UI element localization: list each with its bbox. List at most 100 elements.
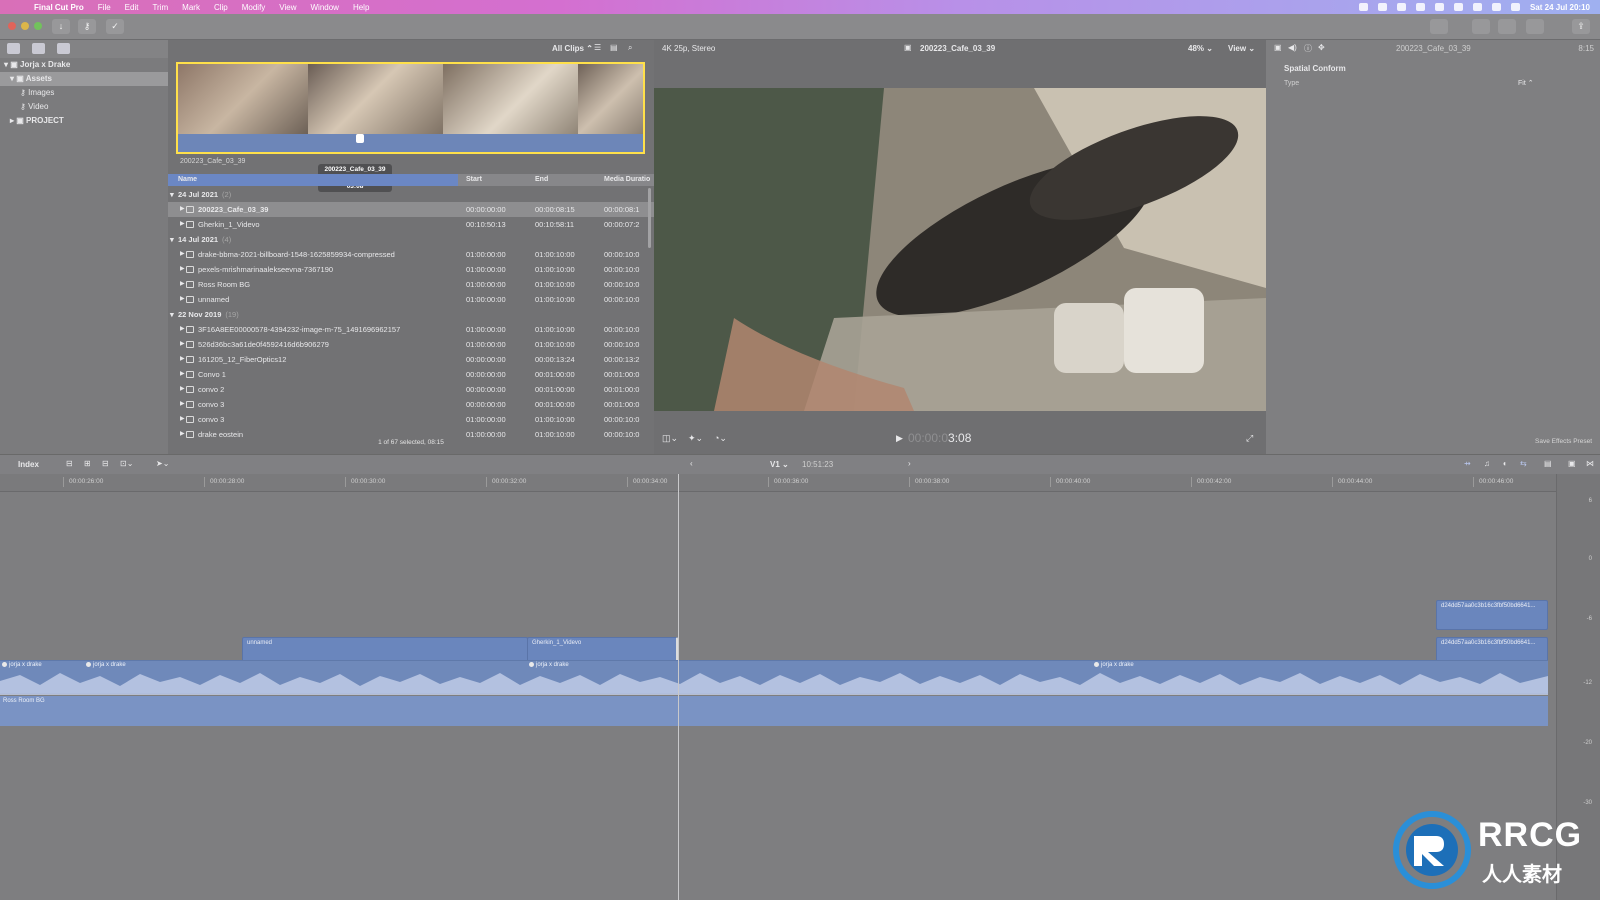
list-item[interactable]: ▶ unnamed 01:00:00:00 01:00:10:00 00:00:10:0 — [168, 292, 654, 307]
menu-trim[interactable]: Trim — [152, 3, 168, 12]
play-button[interactable]: ▶ — [896, 433, 903, 444]
column-end[interactable]: End — [535, 174, 548, 186]
list-item[interactable]: ▶ pexels-mrishmarinaalekseevna-7367190 01:… — [168, 262, 654, 277]
layout-grid-icon[interactable] — [1472, 19, 1490, 34]
list-item[interactable]: ▶ 200223_Cafe_03_39 00:00:00:00 00:00:08:15… — [168, 202, 654, 217]
save-effects-preset-button[interactable]: Save Effects Preset — [1535, 438, 1592, 445]
status-shield-icon[interactable] — [1415, 3, 1425, 11]
insert-clip-icon[interactable]: ⊞ — [84, 459, 91, 468]
filmstrip-icon[interactable]: ▤ — [610, 43, 618, 52]
date-group[interactable]: ▾ 22 Nov 2019 (19) — [168, 307, 654, 322]
column-media-duration[interactable]: Media Duratio — [604, 174, 650, 186]
list-item[interactable]: ▶ 3F16A8EE00000578-4394232-image-m-75_149… — [168, 322, 654, 337]
library-item-assets[interactable]: ▾ ▣ Assets — [0, 72, 168, 86]
import-icon[interactable]: ↓ — [52, 19, 70, 34]
select-tool-icon[interactable]: ➤⌄ — [156, 459, 169, 468]
share-left-icon[interactable] — [1430, 19, 1448, 34]
list-item[interactable]: ▶ convo 3 00:00:00:00 00:01:00:00 00:01:00:0 — [168, 397, 654, 412]
append-clip-icon[interactable]: ⊟ — [102, 459, 109, 468]
back-arrow-icon[interactable]: ‹ — [690, 459, 693, 468]
libraries-icon[interactable] — [7, 43, 20, 54]
menu-file[interactable]: File — [98, 3, 111, 12]
date-group[interactable]: ▾ 14 Jul 2021 (4) — [168, 232, 654, 247]
titles-generators-icon[interactable] — [57, 43, 70, 54]
menu-view[interactable]: View — [279, 3, 296, 12]
menu-edit[interactable]: Edit — [125, 3, 139, 12]
library-root[interactable]: ▾ ▣ Jorja x Drake — [0, 58, 168, 72]
effects-browser-icon[interactable]: ▣ — [1568, 459, 1576, 468]
list-view-icon[interactable]: ☰ — [594, 43, 601, 52]
library-item-video[interactable]: ⚷ Video — [0, 100, 168, 114]
status-app-icon[interactable] — [1377, 3, 1387, 11]
enhance-icon[interactable]: ✦⌄ — [688, 433, 703, 444]
overwrite-clip-icon[interactable]: ⊡⌄ — [120, 459, 133, 468]
audio-track[interactable]: jorja x drake jorja x drake jorja x drak… — [0, 660, 1548, 695]
zoom-window-button[interactable] — [34, 22, 42, 30]
type-dropdown[interactable]: Fit ⌃ — [1518, 79, 1534, 87]
clip-appearance-icon[interactable]: ▤ — [1544, 459, 1552, 468]
audio-skimming-icon[interactable]: ♫ — [1484, 459, 1490, 468]
status-target-icon[interactable] — [1434, 3, 1444, 11]
layout-inspector-icon[interactable] — [1526, 19, 1544, 34]
timeline-ruler[interactable]: 00:00:26:00 00:00:28:00 00:00:30:00 00:0… — [0, 474, 1556, 492]
fullscreen-icon[interactable]: ⤢ — [1246, 433, 1253, 444]
search-browser-icon[interactable]: ⌕ — [628, 43, 632, 53]
share-icon[interactable]: ⇪ — [1572, 19, 1590, 34]
status-folder-icon[interactable] — [1396, 3, 1406, 11]
close-window-button[interactable] — [8, 22, 16, 30]
background-tasks-icon[interactable]: ✓ — [106, 19, 124, 34]
zoom-dropdown[interactable]: 48% ⌄ — [1188, 44, 1213, 53]
list-item[interactable]: ▶ drake-bbma-2021-billboard-1548-16258599… — [168, 247, 654, 262]
solo-icon[interactable]: ◖ — [1502, 459, 1507, 468]
list-item[interactable]: ▶ Gherkin_1_Videvo 00:10:50:13 00:10:58:11 0… — [168, 217, 654, 232]
connect-clip-icon[interactable]: ⊟ — [66, 459, 73, 468]
timeline-clip-connected[interactable]: d24dd57aa0c3b16c3fbf50bd6641... — [1436, 600, 1548, 630]
volume-icon[interactable] — [1453, 3, 1463, 11]
transitions-browser-icon[interactable]: ⋈ — [1586, 459, 1594, 468]
list-item[interactable]: ▶ Ross Room BG 01:00:00:00 01:00:10:00 00:00… — [168, 277, 654, 292]
track-dropdown[interactable]: V1 ⌄ — [770, 460, 789, 469]
speed-icon[interactable]: ◔⌄ — [714, 433, 727, 444]
transform-icon[interactable]: ◫⌄ — [662, 433, 678, 444]
filmstrip[interactable] — [176, 62, 645, 154]
list-item[interactable]: ▶ 161205_12_FiberOptics12 00:00:00:00 00:00… — [168, 352, 654, 367]
timeline[interactable]: unnamed Gherkin_1_Videvo d24dd57aa0c3b16… — [0, 492, 1556, 900]
section-spatial-conform[interactable]: Spatial Conform — [1284, 64, 1346, 73]
menu-mark[interactable]: Mark — [182, 3, 200, 12]
wifi-icon[interactable] — [1491, 3, 1501, 11]
status-record-icon[interactable] — [1358, 3, 1368, 11]
audio-inspector-icon[interactable]: ◀) — [1288, 43, 1297, 52]
browser-scrollbar[interactable] — [648, 188, 651, 248]
video-frame[interactable] — [654, 88, 1266, 411]
playhead[interactable] — [678, 474, 679, 900]
skimming-icon[interactable]: ⇸ — [1464, 459, 1471, 468]
view-dropdown[interactable]: View ⌄ — [1228, 44, 1255, 53]
layout-browser-icon[interactable] — [1498, 19, 1516, 34]
keyword-icon[interactable]: ⚷ — [78, 19, 96, 34]
column-name[interactable]: Name — [168, 174, 458, 186]
menu-app-name[interactable]: Final Cut Pro — [34, 3, 84, 12]
snapping-icon[interactable]: ⇆ — [1520, 459, 1527, 468]
transform-inspector-icon[interactable]: ✥ — [1318, 43, 1325, 52]
minimize-window-button[interactable] — [21, 22, 29, 30]
clip-filter-dropdown[interactable]: All Clips ⌃ — [552, 44, 593, 53]
search-icon[interactable] — [1510, 3, 1520, 11]
list-item[interactable]: ▶ convo 2 00:00:00:00 00:01:00:00 00:01:00:0 — [168, 382, 654, 397]
index-button[interactable]: Index — [18, 460, 39, 469]
list-item[interactable]: ▶ convo 3 01:00:00:00 01:00:10:00 00:00:10:0 — [168, 412, 654, 427]
library-item-project[interactable]: ▸ ▣ PROJECT — [0, 114, 168, 128]
list-item[interactable]: ▶ 526d36bc3a61de0f4592416d6b906279 01:00:0… — [168, 337, 654, 352]
menu-modify[interactable]: Modify — [242, 3, 266, 12]
bluetooth-icon[interactable] — [1472, 3, 1482, 11]
menu-window[interactable]: Window — [311, 3, 339, 12]
video-inspector-icon[interactable]: ▣ — [1274, 43, 1282, 52]
menu-help[interactable]: Help — [353, 3, 369, 12]
menu-clip[interactable]: Clip — [214, 3, 228, 12]
timecode-display[interactable]: 00:00:03:08 — [908, 431, 971, 445]
music-track[interactable]: Ross Room BG — [0, 696, 1548, 726]
menubar-clock[interactable]: Sat 24 Jul 20:10 — [1530, 3, 1590, 12]
library-item-images[interactable]: ⚷ Images — [0, 86, 168, 100]
date-group[interactable]: ▾ 24 Jul 2021 (2) — [168, 187, 654, 202]
photos-audio-icon[interactable] — [32, 43, 45, 54]
list-item[interactable]: ▶ Convo 1 00:00:00:00 00:01:00:00 00:01:00:0 — [168, 367, 654, 382]
